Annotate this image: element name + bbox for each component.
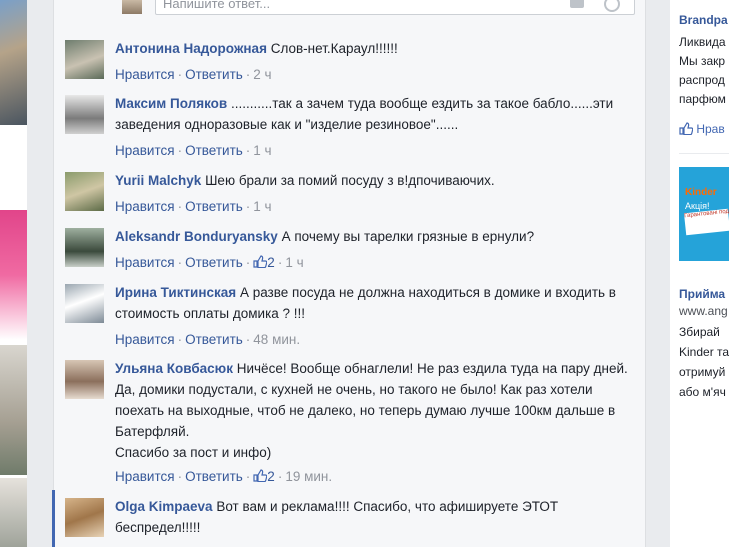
avatar[interactable] (65, 95, 104, 134)
comment-time[interactable]: 1 ч (253, 143, 271, 158)
like-link[interactable]: Нравится (115, 469, 175, 484)
avatar (122, 0, 142, 14)
reply-placeholder: Напишите ответ... (163, 0, 271, 11)
comment-author[interactable]: Olga Kimpaeva (115, 499, 213, 514)
avatar[interactable] (65, 360, 104, 399)
like-link[interactable]: Нравится (115, 199, 175, 214)
avatar[interactable] (65, 40, 104, 79)
comment-author[interactable]: Максим Поляков (115, 96, 227, 111)
ad-url[interactable]: www.ang (679, 303, 728, 319)
like-count-icon[interactable] (253, 469, 268, 482)
reply-link[interactable]: Ответить (185, 332, 243, 347)
left-column (0, 0, 27, 547)
comment-time[interactable]: 48 мин. (253, 332, 300, 347)
ad-text: Kinder та (679, 345, 729, 359)
comment-author[interactable]: Ульяна Ковбасюк (115, 361, 233, 376)
like-link[interactable]: Нравится (115, 332, 175, 347)
avatar[interactable] (65, 284, 104, 323)
ad-image[interactable]: Kinder Акція! Гарантовані подарунки! (679, 167, 729, 261)
comment-text-line: Спасибо за пост и инфо) (115, 445, 272, 460)
ad-image-badge: Гарантовані подарунки! (683, 207, 729, 236)
comment-author[interactable]: Aleksandr Bonduryansky (115, 229, 278, 244)
comment-actions: Нравится · Ответить · 2 · 19 мин. (115, 469, 333, 484)
avatar[interactable] (65, 172, 104, 211)
comment-actions: Нравится · Ответить · 1 ч (115, 143, 272, 158)
reply-input[interactable]: Напишите ответ... (155, 0, 635, 15)
reply-link[interactable]: Ответить (185, 143, 243, 158)
like-count[interactable]: 2 (267, 255, 275, 270)
like-count[interactable]: 2 (267, 469, 275, 484)
comment-actions: Нравится · Ответить · 1 ч (115, 199, 272, 214)
ad-text: Мы закр (679, 54, 726, 68)
ad-text: Збирай (679, 325, 720, 339)
comment-actions: Нравится · Ответить · 48 мин. (115, 332, 301, 347)
reply-row: Напишите ответ... (60, 0, 635, 16)
ad-like-link[interactable]: Нрав (679, 121, 725, 137)
comment-text: А почему вы тарелки грязные в ернули? (281, 229, 535, 244)
ad-text: Ликвида (679, 35, 726, 49)
comment-time[interactable]: 2 ч (253, 67, 271, 82)
ad-text: отримуй (679, 365, 726, 379)
avatar[interactable] (65, 228, 104, 267)
comment-time[interactable]: 1 ч (253, 199, 271, 214)
comment-actions: Нравится · Ответить · 2 ч (115, 67, 272, 82)
comment-time[interactable]: 1 ч (285, 255, 303, 270)
active-comment-indicator (52, 490, 55, 547)
comment-text: Шею брали за помий посуду з в!дпочиваючи… (205, 173, 495, 188)
divider (679, 153, 729, 154)
like-count-icon[interactable] (253, 255, 268, 268)
camera-icon[interactable] (570, 0, 584, 8)
ad-title[interactable]: Прийма (679, 286, 725, 302)
comment-author[interactable]: Антонина Надорожная (115, 41, 267, 56)
like-link[interactable]: Нравится (115, 67, 175, 82)
reply-link[interactable]: Ответить (185, 469, 243, 484)
comment-actions: Нравится · Ответить · 2 · 1 ч (115, 255, 304, 270)
ad-title[interactable]: Brandpa (679, 12, 728, 28)
reply-link[interactable]: Ответить (185, 255, 243, 270)
photo-thumbnail[interactable] (0, 345, 27, 475)
photo-thumbnail[interactable] (0, 478, 27, 547)
reply-link[interactable]: Ответить (185, 199, 243, 214)
ad-text: або м'яч (679, 385, 726, 399)
emoji-icon[interactable] (604, 0, 620, 12)
right-sidebar: Brandpa Ликвида Мы закр распрод парфюм Н… (670, 0, 729, 547)
avatar[interactable] (65, 498, 104, 537)
thumbs-up-icon (679, 122, 694, 136)
photo-thumbnail[interactable] (0, 150, 27, 210)
ad-text: парфюм (679, 92, 726, 106)
like-link[interactable]: Нравится (115, 143, 175, 158)
comment-text: Слов-нет.Караул!!!!!! (270, 41, 398, 56)
reply-link[interactable]: Ответить (185, 67, 243, 82)
comment-author[interactable]: Ирина Тиктинская (115, 285, 236, 300)
ad-text: распрод (679, 73, 725, 87)
comment-time[interactable]: 19 мин. (285, 469, 332, 484)
photo-thumbnail[interactable] (0, 210, 27, 340)
comment-author[interactable]: Yurii Malchyk (115, 173, 201, 188)
photo-thumbnail[interactable] (0, 0, 27, 125)
like-link[interactable]: Нравится (115, 255, 175, 270)
ad-like-label: Нрав (696, 122, 725, 136)
